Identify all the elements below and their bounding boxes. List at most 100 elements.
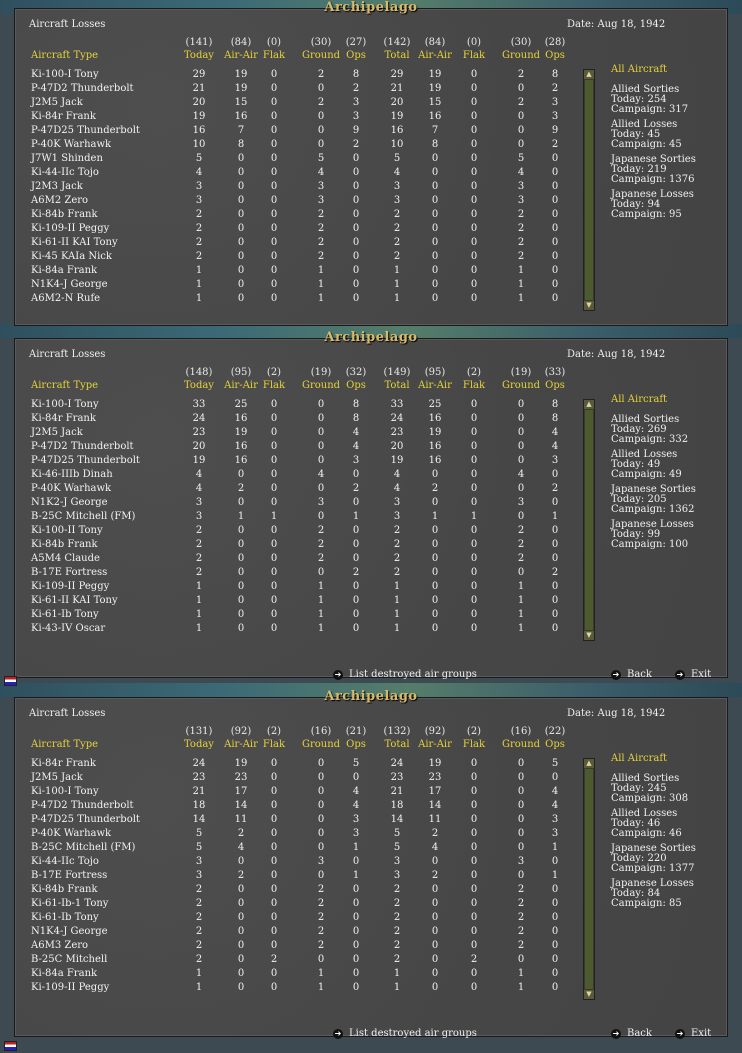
table-row[interactable]: Ki-84b Frank 2 0 0 2 0 2 0 0 2 0 <box>15 884 575 898</box>
table-row[interactable]: Ki-109-II Peggy 2 0 0 2 0 2 0 0 2 0 <box>15 223 575 237</box>
column-header[interactable]: Ground <box>302 380 340 391</box>
table-row[interactable]: N1K4-J George 1 0 0 1 0 1 0 0 1 0 <box>15 279 575 293</box>
table-row[interactable]: Ki-61-Ib-1 Tony 2 0 0 2 0 2 0 0 2 0 <box>15 898 575 912</box>
scroll-track[interactable] <box>585 410 593 630</box>
table-row[interactable]: Ki-100-I Tony 29 19 0 2 8 29 19 0 2 8 <box>15 69 575 83</box>
column-header[interactable]: Ops <box>545 739 565 750</box>
aircraft-type-header[interactable]: Aircraft Type <box>31 50 98 61</box>
column-header[interactable]: Ground <box>502 50 540 61</box>
table-row[interactable]: A6M2 Zero 3 0 0 3 0 3 0 0 3 0 <box>15 195 575 209</box>
table-row[interactable]: Ki-61-Ib Tony 1 0 0 1 0 1 0 0 1 0 <box>15 609 575 623</box>
table-row[interactable]: Ki-100-II Tony 2 0 0 2 0 2 0 0 2 0 <box>15 525 575 539</box>
table-row[interactable]: P-47D2 Thunderbolt 20 16 0 0 4 20 16 0 0 4 <box>15 441 575 455</box>
aircraft-type-header[interactable]: Aircraft Type <box>31 739 98 750</box>
table-row[interactable]: N1K2-J George 3 0 0 3 0 3 0 0 3 0 <box>15 497 575 511</box>
table-row[interactable]: J2M5 Jack 23 19 0 0 4 23 19 0 0 4 <box>15 427 575 441</box>
table-row[interactable]: P-40K Warhawk 5 2 0 0 3 5 2 0 0 3 <box>15 828 575 842</box>
table-row[interactable]: A5M4 Claude 2 0 0 2 0 2 0 0 2 0 <box>15 553 575 567</box>
column-header[interactable]: Ground <box>302 739 340 750</box>
table-row[interactable]: N1K4-J George 2 0 0 2 0 2 0 0 2 0 <box>15 926 575 940</box>
exit-button[interactable]: ➔ Exit <box>675 1028 711 1039</box>
column-header[interactable]: Flak <box>463 380 485 391</box>
column-header[interactable]: Ops <box>346 50 366 61</box>
table-scrollbar[interactable]: ▲ ▼ <box>583 399 595 641</box>
column-header[interactable]: Ground <box>502 739 540 750</box>
scroll-down-icon[interactable]: ▼ <box>584 301 594 310</box>
column-header[interactable]: Air-Air <box>418 739 452 750</box>
table-scrollbar[interactable]: ▲ ▼ <box>583 758 595 1000</box>
column-header[interactable]: Air-Air <box>418 380 452 391</box>
table-row[interactable]: Ki-61-Ib Tony 2 0 0 2 0 2 0 0 2 0 <box>15 912 575 926</box>
table-scrollbar[interactable]: ▲ ▼ <box>583 69 595 311</box>
table-row[interactable]: Ki-43-IV Oscar 1 0 0 1 0 1 0 0 1 0 <box>15 623 575 637</box>
scroll-track[interactable] <box>585 80 593 300</box>
scroll-up-icon[interactable]: ▲ <box>584 400 594 409</box>
all-aircraft-filter[interactable]: All Aircraft <box>611 65 723 75</box>
table-row[interactable]: Ki-44-IIc Tojo 4 0 0 4 0 4 0 0 4 0 <box>15 167 575 181</box>
column-header[interactable]: Air-Air <box>224 50 258 61</box>
table-row[interactable]: P-47D2 Thunderbolt 18 14 0 0 4 18 14 0 0 4 <box>15 800 575 814</box>
table-row[interactable]: J2M5 Jack 23 23 0 0 0 23 23 0 0 0 <box>15 772 575 786</box>
column-header[interactable]: Total <box>384 380 409 391</box>
scroll-down-icon[interactable]: ▼ <box>584 990 594 999</box>
column-header[interactable]: Air-Air <box>418 50 452 61</box>
table-row[interactable]: Ki-84r Frank 24 16 0 0 8 24 16 0 0 8 <box>15 413 575 427</box>
column-header[interactable]: Ground <box>502 380 540 391</box>
scroll-track[interactable] <box>585 769 593 989</box>
table-row[interactable]: A6M3 Zero 2 0 0 2 0 2 0 0 2 0 <box>15 940 575 954</box>
table-row[interactable]: B-17E Fortress 2 0 0 0 2 2 0 0 0 2 <box>15 567 575 581</box>
table-row[interactable]: Ki-84r Frank 24 19 0 0 5 24 19 0 0 5 <box>15 758 575 772</box>
column-header[interactable]: Flak <box>263 380 285 391</box>
table-row[interactable]: Ki-46-IIIb Dinah 4 0 0 4 0 4 0 0 4 0 <box>15 469 575 483</box>
column-header[interactable]: Ground <box>302 50 340 61</box>
table-row[interactable]: Ki-84a Frank 1 0 0 1 0 1 0 0 1 0 <box>15 265 575 279</box>
back-button[interactable]: ➔ Back <box>611 1028 652 1039</box>
column-header[interactable]: Today <box>184 739 214 750</box>
column-header[interactable]: Flak <box>263 739 285 750</box>
column-header[interactable]: Air-Air <box>224 739 258 750</box>
column-header[interactable]: Ops <box>545 50 565 61</box>
table-row[interactable]: P-47D25 Thunderbolt 14 11 0 0 3 14 11 0 0 3 <box>15 814 575 828</box>
table-row[interactable]: Ki-84r Frank 19 16 0 0 3 19 16 0 0 3 <box>15 111 575 125</box>
table-row[interactable]: J7W1 Shinden 5 0 0 5 0 5 0 0 5 0 <box>15 153 575 167</box>
table-row[interactable]: B-25C Mitchell (FM) 3 1 1 0 1 3 1 1 0 1 <box>15 511 575 525</box>
all-aircraft-filter[interactable]: All Aircraft <box>611 395 723 405</box>
column-header[interactable]: Total <box>384 739 409 750</box>
table-row[interactable]: B-25C Mitchell (FM) 5 4 0 0 1 5 4 0 0 1 <box>15 842 575 856</box>
table-row[interactable]: Ki-100-I Tony 21 17 0 0 4 21 17 0 0 4 <box>15 786 575 800</box>
table-row[interactable]: J2M3 Jack 3 0 0 3 0 3 0 0 3 0 <box>15 181 575 195</box>
table-row[interactable]: Ki-84a Frank 1 0 0 1 0 1 0 0 1 0 <box>15 968 575 982</box>
table-row[interactable]: Ki-45 KAIa Nick 2 0 0 2 0 2 0 0 2 0 <box>15 251 575 265</box>
table-row[interactable]: B-17E Fortress 3 2 0 0 1 3 2 0 0 1 <box>15 870 575 884</box>
column-header[interactable]: Total <box>384 50 409 61</box>
table-row[interactable]: P-47D25 Thunderbolt 19 16 0 0 3 19 16 0 0 3 <box>15 455 575 469</box>
exit-button[interactable]: ➔ Exit <box>675 669 711 680</box>
table-row[interactable]: Ki-61-II KAI Tony 2 0 0 2 0 2 0 0 2 0 <box>15 237 575 251</box>
table-row[interactable]: J2M5 Jack 20 15 0 2 3 20 15 0 2 3 <box>15 97 575 111</box>
scroll-up-icon[interactable]: ▲ <box>584 759 594 768</box>
scroll-down-icon[interactable]: ▼ <box>584 631 594 640</box>
table-row[interactable]: Ki-109-II Peggy 1 0 0 1 0 1 0 0 1 0 <box>15 581 575 595</box>
table-row[interactable]: P-40K Warhawk 10 8 0 0 2 10 8 0 0 2 <box>15 139 575 153</box>
table-row[interactable]: Ki-44-IIc Tojo 3 0 0 3 0 3 0 0 3 0 <box>15 856 575 870</box>
column-header[interactable]: Flak <box>463 739 485 750</box>
table-row[interactable]: Ki-109-II Peggy 1 0 0 1 0 1 0 0 1 0 <box>15 982 575 996</box>
list-destroyed-groups-button[interactable]: ➔ List destroyed air groups <box>333 1028 477 1039</box>
all-aircraft-filter[interactable]: All Aircraft <box>611 754 723 764</box>
list-destroyed-groups-button[interactable]: ➔ List destroyed air groups <box>333 669 477 680</box>
table-row[interactable]: Ki-61-II KAI Tony 1 0 0 1 0 1 0 0 1 0 <box>15 595 575 609</box>
column-header[interactable]: Ops <box>545 380 565 391</box>
table-row[interactable]: P-40K Warhawk 4 2 0 0 2 4 2 0 0 2 <box>15 483 575 497</box>
column-header[interactable]: Ops <box>346 739 366 750</box>
column-header[interactable]: Today <box>184 380 214 391</box>
table-row[interactable]: Ki-84b Frank 2 0 0 2 0 2 0 0 2 0 <box>15 209 575 223</box>
table-row[interactable]: Ki-100-I Tony 33 25 0 0 8 33 25 0 0 8 <box>15 399 575 413</box>
table-row[interactable]: A6M2-N Rufe 1 0 0 1 0 1 0 0 1 0 <box>15 293 575 307</box>
back-button[interactable]: ➔ Back <box>611 669 652 680</box>
table-row[interactable]: P-47D25 Thunderbolt 16 7 0 0 9 16 7 0 0 9 <box>15 125 575 139</box>
table-row[interactable]: P-47D2 Thunderbolt 21 19 0 0 2 21 19 0 0 2 <box>15 83 575 97</box>
scroll-up-icon[interactable]: ▲ <box>584 70 594 79</box>
column-header[interactable]: Ops <box>346 380 366 391</box>
column-header[interactable]: Today <box>184 50 214 61</box>
aircraft-type-header[interactable]: Aircraft Type <box>31 380 98 391</box>
